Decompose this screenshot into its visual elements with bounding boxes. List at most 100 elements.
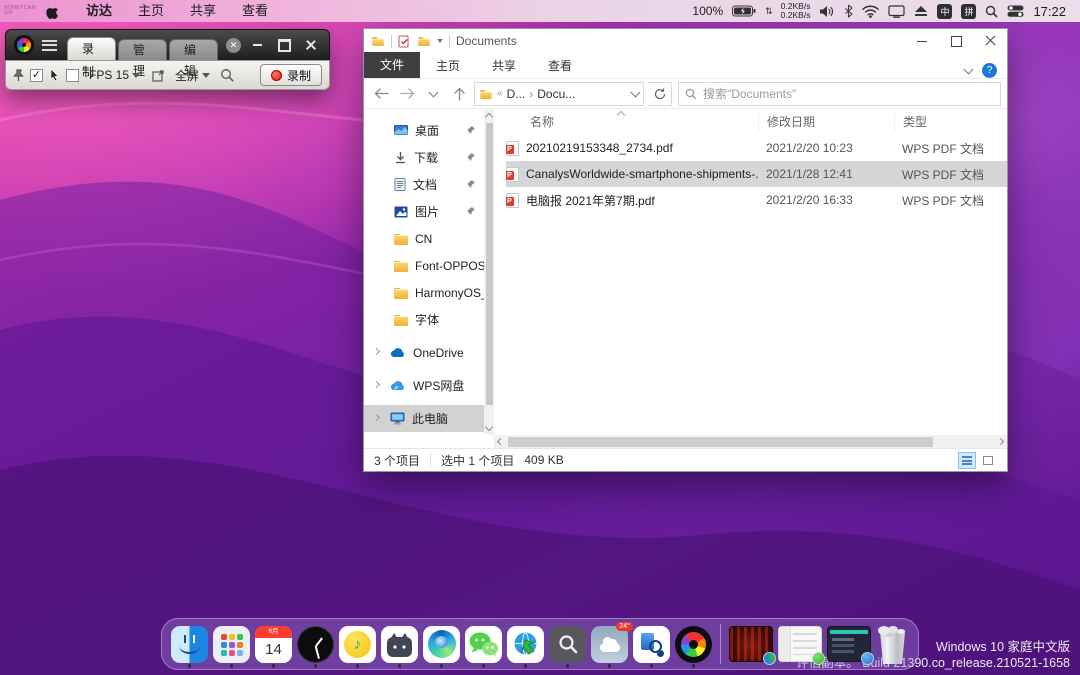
- dock-item-launchpad[interactable]: [213, 626, 250, 663]
- dock-item-edge[interactable]: [423, 626, 460, 663]
- sidebar-item-harmonyos[interactable]: HarmonyOS_Sa: [364, 279, 484, 306]
- address-dropdown-icon[interactable]: [631, 88, 641, 98]
- network-arrows-icon[interactable]: ⇅: [765, 6, 772, 17]
- dock-item-wechat[interactable]: [465, 626, 502, 663]
- sidebar-item-documents[interactable]: 文档: [364, 171, 484, 198]
- dock-item-search-app[interactable]: [549, 626, 586, 663]
- new-folder-icon[interactable]: [418, 37, 429, 46]
- ribbon-collapse-icon[interactable]: [964, 64, 974, 74]
- dock-minimized-chat-window[interactable]: [778, 626, 822, 662]
- horizontal-scrollbar[interactable]: [494, 435, 1007, 448]
- recorder-tab-record[interactable]: 录制: [67, 37, 116, 60]
- expand-chevron-icon[interactable]: [373, 348, 380, 355]
- dock-item-clock[interactable]: [297, 626, 334, 663]
- ribbon-tab-view[interactable]: 查看: [532, 54, 588, 78]
- breadcrumb-collapsed[interactable]: «: [497, 88, 503, 99]
- sidebar-item-pictures[interactable]: 图片: [364, 198, 484, 225]
- cursor-checkbox[interactable]: [66, 69, 79, 82]
- ribbon-tab-share[interactable]: 共享: [476, 54, 532, 78]
- recorder-tab-close-icon[interactable]: ✕: [226, 38, 241, 53]
- sidebar-item-cn[interactable]: CN: [364, 225, 484, 252]
- resize-region-icon[interactable]: [152, 69, 165, 82]
- ribbon-tab-home[interactable]: 主页: [420, 54, 476, 78]
- explorer-minimize-button[interactable]: [905, 29, 939, 53]
- record-button[interactable]: 录制: [260, 64, 322, 86]
- expand-chevron-icon[interactable]: [373, 381, 380, 388]
- dock-item-qq-music[interactable]: ♪: [339, 626, 376, 663]
- sidebar-item-fonts[interactable]: 字体: [364, 306, 484, 333]
- quick-access-dropdown-icon[interactable]: [437, 39, 443, 43]
- recorder-tab-manage[interactable]: 管理: [118, 39, 167, 60]
- breadcrumb-drive[interactable]: D...: [507, 87, 526, 101]
- wifi-icon[interactable]: [862, 5, 879, 18]
- back-button[interactable]: [370, 83, 392, 105]
- properties-icon[interactable]: [398, 35, 411, 48]
- up-button[interactable]: [448, 83, 470, 105]
- scroll-down-icon[interactable]: [485, 423, 493, 431]
- sidebar-item-onedrive[interactable]: OneDrive: [364, 339, 484, 366]
- file-row[interactable]: P 电脑报 2021年第7期.pdf 2021/2/20 16:33 WPS P…: [506, 187, 1007, 213]
- apple-menu-icon[interactable]: [46, 4, 59, 19]
- dock-item-weather[interactable]: 24°: [591, 626, 628, 663]
- explorer-maximize-button[interactable]: [939, 29, 973, 53]
- dock-item-calendar[interactable]: 6月 14: [255, 626, 292, 663]
- help-icon[interactable]: ?: [982, 63, 997, 78]
- recorder-close-button[interactable]: [301, 38, 321, 53]
- dock-item-finder[interactable]: [171, 626, 208, 663]
- breadcrumb[interactable]: « D... › Docu...: [474, 82, 644, 106]
- recorder-tab-edit[interactable]: 编辑: [169, 39, 218, 60]
- scroll-left-icon[interactable]: [497, 438, 504, 445]
- dock-minimized-dark-window[interactable]: [827, 626, 871, 662]
- explorer-close-button[interactable]: [973, 29, 1007, 53]
- menu-view[interactable]: 查看: [229, 0, 281, 22]
- dock-item-cat-app[interactable]: [381, 626, 418, 663]
- recorder-minimize-button[interactable]: [247, 38, 267, 53]
- refresh-button[interactable]: [648, 82, 672, 106]
- pin-checkbox[interactable]: ✓: [30, 69, 43, 82]
- dock-minimized-poster-window[interactable]: [729, 626, 773, 662]
- dock-item-color-wheel[interactable]: [675, 626, 712, 663]
- battery-icon[interactable]: [732, 5, 756, 17]
- scroll-up-icon[interactable]: [485, 113, 493, 121]
- menu-bar-clock[interactable]: 17:22: [1033, 4, 1066, 19]
- input-method-cn-icon[interactable]: 中: [937, 4, 952, 19]
- menu-share[interactable]: 共享: [177, 0, 229, 22]
- file-row-selected[interactable]: P CanalysWorldwide-smartphone-shipments-…: [506, 161, 1007, 187]
- file-row[interactable]: P 20210219153348_2734.pdf 2021/2/20 10:2…: [506, 135, 1007, 161]
- control-center-icon[interactable]: [1007, 5, 1024, 17]
- sidebar-item-wps-cloud[interactable]: WPS网盘: [364, 372, 484, 399]
- menu-finder[interactable]: 访达: [73, 0, 125, 22]
- recorder-titlebar[interactable]: 录制 管理 编辑 ✕: [5, 29, 330, 60]
- recent-locations-dropdown-icon[interactable]: [422, 83, 444, 105]
- expand-chevron-icon[interactable]: [373, 414, 380, 421]
- dock-item-document-finder[interactable]: [633, 626, 670, 663]
- ribbon-tab-file[interactable]: 文件: [364, 52, 420, 78]
- volume-icon[interactable]: [819, 5, 835, 18]
- network-speed[interactable]: 0.2KB/s 0.2KB/s: [781, 2, 811, 20]
- sidebar-scrollbar[interactable]: [484, 109, 494, 435]
- scrollbar-thumb[interactable]: [508, 437, 933, 447]
- column-header-type[interactable]: 类型: [894, 113, 1007, 131]
- scroll-right-icon[interactable]: [997, 438, 1004, 445]
- sidebar-item-font-opposans[interactable]: Font-OPPOSar: [364, 252, 484, 279]
- search-input[interactable]: [703, 87, 994, 101]
- sidebar-item-downloads[interactable]: 下载: [364, 144, 484, 171]
- bluetooth-icon[interactable]: [844, 4, 853, 18]
- sidebar-item-desktop[interactable]: 桌面: [364, 117, 484, 144]
- recorder-maximize-button[interactable]: [274, 38, 294, 53]
- screen-mirroring-icon[interactable]: [888, 5, 905, 18]
- menu-home[interactable]: 主页: [125, 0, 177, 22]
- fps-dropdown[interactable]: FPS 15: [89, 68, 140, 82]
- column-header-name[interactable]: 名称: [530, 113, 758, 130]
- forward-button[interactable]: [396, 83, 418, 105]
- fullscreen-dropdown[interactable]: 全屏: [175, 67, 210, 84]
- search-box[interactable]: [678, 82, 1001, 106]
- sidebar-item-this-pc[interactable]: 此电脑: [364, 405, 484, 432]
- input-method-pinyin-icon[interactable]: 拼: [961, 4, 976, 19]
- scrollbar-thumb[interactable]: [486, 123, 493, 405]
- eject-icon[interactable]: [914, 5, 928, 17]
- dock-item-trash[interactable]: [876, 624, 909, 664]
- details-view-button[interactable]: [958, 452, 976, 469]
- magnifier-icon[interactable]: [220, 68, 234, 82]
- dock-item-idm[interactable]: [507, 626, 544, 663]
